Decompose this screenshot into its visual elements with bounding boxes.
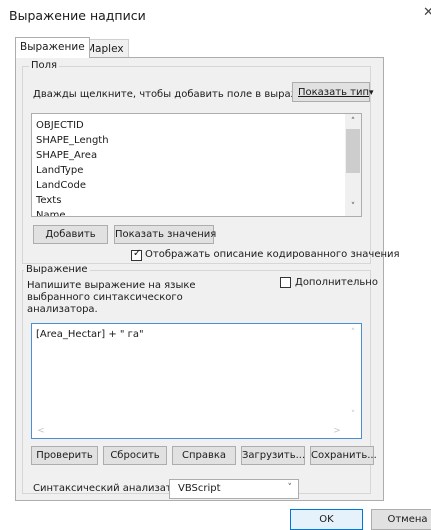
scroll-thumb[interactable]: [346, 129, 360, 173]
field-item-objectid[interactable]: OBJECTID: [32, 118, 109, 133]
help-button[interactable]: Справка: [172, 446, 236, 465]
expression-group: Выражение Напишите выражение на языке вы…: [22, 264, 378, 499]
show-type-label: Показать тип: [298, 87, 370, 98]
scroll-down-icon[interactable]: ˅: [345, 200, 361, 214]
advanced-checkbox[interactable]: [280, 277, 291, 288]
show-type-button[interactable]: Показать тип▾: [292, 82, 374, 102]
scroll-left-icon[interactable]: <: [33, 424, 49, 438]
dropdown-arrow-icon: ▾: [369, 88, 374, 98]
fields-group: Поля Дважды щелкните, чтобы добавить пол…: [22, 60, 400, 264]
window-title: Выражение надписи: [9, 8, 146, 23]
save-button[interactable]: Сохранить...: [310, 446, 377, 465]
field-item-landtype[interactable]: LandType: [32, 163, 109, 178]
expression-instruction: Напишите выражение на языке выбранного с…: [27, 280, 196, 315]
parser-select[interactable]: VBScript ˅: [169, 479, 299, 499]
expression-horizontal-scrollbar[interactable]: < >: [32, 424, 346, 438]
field-list[interactable]: OBJECTID SHAPE_Length SHAPE_Area LandTyp…: [31, 113, 362, 217]
field-item-landcode[interactable]: LandCode: [32, 178, 109, 193]
tab-expression[interactable]: Выражение: [15, 37, 90, 58]
expression-text: [Area_Hectar] + " га": [36, 329, 144, 340]
expression-group-title: Выражение: [24, 264, 90, 276]
scroll-up-icon[interactable]: ˄: [345, 115, 361, 129]
scroll-up-icon[interactable]: ˄: [345, 326, 361, 340]
expression-vertical-scrollbar[interactable]: ˄ ˅: [345, 324, 361, 424]
show-values-button[interactable]: Показать значения: [114, 225, 216, 244]
parser-label: Синтаксический анализатор:: [33, 483, 188, 494]
close-icon[interactable]: ✕: [423, 6, 431, 19]
advanced-label: Дополнительно: [295, 277, 378, 288]
add-button[interactable]: Добавить: [33, 225, 108, 244]
fields-hint: Дважды щелкните, чтобы добавить поле в в…: [33, 89, 325, 100]
reset-button[interactable]: Сбросить: [103, 446, 167, 465]
checkmark-icon: ✓: [133, 248, 142, 259]
fields-group-title: Поля: [29, 60, 60, 72]
field-item-texts[interactable]: Texts: [32, 193, 109, 208]
coded-values-checkbox[interactable]: ✓: [131, 248, 142, 261]
expression-editor[interactable]: [Area_Hectar] + " га" ˄ ˅ < >: [31, 323, 362, 439]
tab-panel: Поля Дважды щелкните, чтобы добавить пол…: [15, 57, 400, 501]
field-item-shape-length[interactable]: SHAPE_Length: [32, 133, 109, 148]
load-button[interactable]: Загрузить...: [241, 446, 305, 465]
verify-button[interactable]: Проверить: [31, 446, 98, 465]
field-list-scrollbar[interactable]: ˄ ˅: [345, 114, 361, 216]
ok-button[interactable]: OK: [290, 509, 363, 530]
scroll-down-icon[interactable]: ˅: [345, 408, 361, 422]
field-item-shape-area[interactable]: SHAPE_Area: [32, 148, 109, 163]
cancel-button[interactable]: Отмена: [371, 509, 431, 530]
chevron-down-icon: ˅: [287, 483, 293, 493]
parser-value: VBScript: [178, 483, 221, 494]
coded-values-label: Отображать описание кодированного значен…: [145, 249, 400, 260]
field-item-name[interactable]: Name: [32, 208, 109, 216]
scroll-right-icon[interactable]: >: [329, 424, 345, 438]
